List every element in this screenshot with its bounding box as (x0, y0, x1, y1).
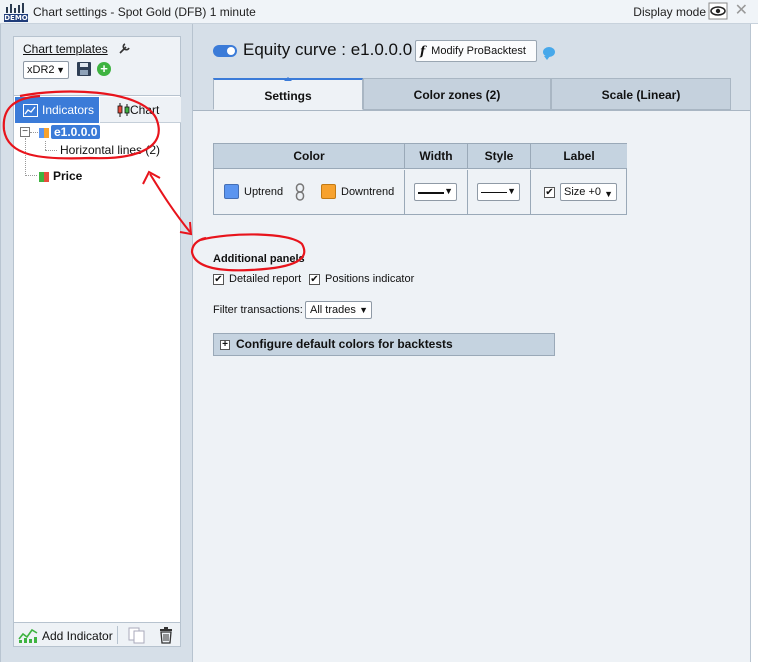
display-mode-label[interactable]: Display mode (633, 5, 706, 19)
detailed-report-checkbox[interactable]: ✔ (213, 274, 224, 285)
tab-chart[interactable]: Chart (100, 97, 181, 123)
collapse-icon[interactable]: − (20, 127, 30, 137)
tab-scale-label: Scale (Linear) (601, 88, 681, 102)
header-label: Label (531, 144, 627, 169)
function-icon: f (420, 44, 426, 58)
tab-color-zones[interactable]: Color zones (2) (363, 78, 551, 110)
page-title: Equity curve : e1.0.0.0 (243, 40, 413, 59)
line-chart-icon (23, 103, 38, 117)
tab-settings-label: Settings (264, 89, 312, 103)
tab-chart-label: Chart (130, 102, 160, 117)
tab-settings[interactable]: Settings (213, 77, 363, 110)
expand-icon[interactable]: + (220, 340, 230, 350)
filter-transactions-value: All trades (310, 304, 356, 316)
header-width: Width (405, 144, 468, 169)
label-checkbox[interactable]: ✔ (544, 187, 555, 198)
tab-indicators-label: Indicators (42, 103, 95, 117)
candlestick-icon (117, 103, 130, 117)
add-template-icon[interactable]: + (97, 62, 111, 76)
filter-transactions-select[interactable]: All trades ▼ (305, 301, 372, 319)
settings-content: Equity curve : e1.0.0.0 f Modify ProBack… (192, 24, 752, 662)
tree-item-horizontal-lines[interactable]: Horizontal lines (2) (60, 143, 180, 159)
chevron-down-icon: ▼ (56, 65, 65, 75)
chat-bubble-icon[interactable] (543, 47, 555, 60)
additional-panels-title: Additional panels (213, 253, 305, 265)
configure-default-colors-bar[interactable]: + Configure default colors for backtests (213, 333, 555, 356)
template-select-value: xDR2 (27, 64, 55, 76)
width-select[interactable]: ▼ (414, 183, 457, 201)
indicator-color-icon (39, 128, 49, 138)
label-size-value: Size +0 (564, 186, 601, 198)
label-cell: ✔ Size +0 ▼ (531, 170, 627, 215)
window-title: Chart settings - Spot Gold (DFB) 1 minut… (33, 4, 256, 19)
tree-item-label: e1.0.0.0 (51, 125, 101, 139)
save-icon[interactable] (77, 62, 91, 76)
width-cell: ▼ (405, 170, 468, 215)
detailed-report-label: Detailed report (229, 273, 302, 285)
chart-templates-title[interactable]: Chart templates (23, 42, 108, 56)
header-color: Color (214, 144, 405, 169)
chart-templates-box: Chart templates xDR2 ▼ + (13, 36, 181, 96)
price-color-icon (39, 172, 49, 182)
downtrend-label: Downtrend (341, 186, 395, 198)
line-width-sample (418, 192, 444, 194)
indicators-panel: Indicators Chart − e1.0.0.0 Horizontal l… (13, 95, 181, 647)
add-indicator-icon[interactable] (18, 626, 38, 644)
tree-item-label: Price (53, 169, 83, 183)
color-cell: Uptrend Downtrend (214, 170, 405, 215)
positions-indicator-checkbox[interactable]: ✔ (309, 274, 320, 285)
add-indicator-button[interactable]: Add Indicator (42, 629, 113, 643)
link-icon[interactable] (295, 183, 305, 201)
template-select[interactable]: xDR2 ▼ (23, 61, 69, 79)
demo-badge: DEMO (4, 13, 28, 22)
chart-edge-strip (750, 24, 758, 662)
uptrend-color-swatch[interactable] (224, 184, 239, 199)
app-demo-icon: DEMO (4, 2, 30, 22)
modify-probacktest-button[interactable]: f Modify ProBacktest (415, 40, 537, 62)
settings-tabs: Settings Color zones (2) Scale (Linear) (213, 77, 731, 110)
modify-probacktest-label: Modify ProBacktest (431, 45, 526, 57)
eye-icon[interactable] (708, 2, 728, 20)
configure-default-colors-label: Configure default colors for backtests (236, 337, 453, 351)
color-table: Color Width Style Label Uptrend Downtren… (213, 143, 627, 215)
tab-indicators[interactable]: Indicators (15, 97, 99, 123)
label-size-select[interactable]: Size +0 ▼ (560, 183, 617, 201)
positions-indicator-label: Positions indicator (325, 273, 415, 285)
copy-icon[interactable] (128, 627, 146, 644)
settings-window: Chart templates xDR2 ▼ + Indicators Char… (0, 24, 752, 662)
chevron-down-icon: ▼ (507, 186, 516, 196)
tree-item-label: Horizontal lines (2) (60, 143, 161, 157)
tab-color-zones-label: Color zones (2) (413, 88, 501, 102)
chevron-down-icon: ▼ (359, 305, 368, 315)
tree-item-price[interactable]: Price (39, 169, 179, 185)
chevron-down-icon: ▼ (604, 189, 613, 199)
line-style-sample (481, 192, 507, 193)
style-select[interactable]: ▼ (477, 183, 520, 201)
trash-icon[interactable] (158, 626, 174, 644)
downtrend-color-swatch[interactable] (321, 184, 336, 199)
header-style: Style (468, 144, 531, 169)
uptrend-label: Uptrend (244, 186, 284, 198)
tab-scale[interactable]: Scale (Linear) (551, 78, 731, 110)
settings-pane: Color Width Style Label Uptrend Downtren… (193, 110, 752, 662)
style-cell: ▼ (468, 170, 531, 215)
chevron-up-icon (284, 77, 292, 81)
close-icon[interactable]: ✕ (735, 2, 748, 20)
wrench-icon[interactable] (118, 41, 132, 55)
chevron-down-icon: ▼ (444, 186, 453, 196)
visibility-toggle[interactable] (213, 45, 237, 57)
left-footer-toolbar: Add Indicator (13, 622, 181, 647)
filter-transactions-label: Filter transactions: (213, 304, 303, 316)
tree-item-equity[interactable]: e1.0.0.0 (39, 125, 179, 141)
